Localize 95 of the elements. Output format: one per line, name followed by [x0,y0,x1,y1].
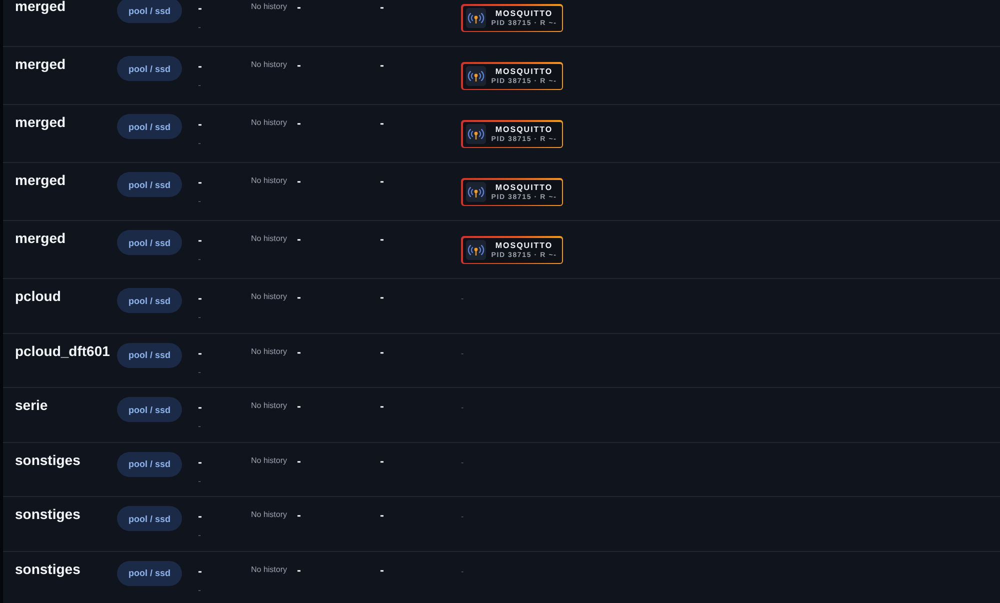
row-name: merged [15,172,67,188]
history-text: No history [251,60,288,70]
row-name: merged [15,230,67,246]
row-name: pcloud [15,288,62,304]
value-text: - [198,291,202,305]
pool-tag: pool / ssd [117,114,182,139]
value-text: - [297,58,301,72]
pool-tag: pool / ssd [117,288,182,313]
value-text: - [198,564,202,578]
process-name: MOSQUITTO [495,240,553,250]
value-text: - [297,116,301,130]
value-text: - [198,346,202,360]
row-name: merged [15,56,67,72]
row-name: serie [15,397,49,413]
value-text: - [297,454,301,468]
sub-value-text: - [198,366,201,376]
table-row[interactable]: sonstiges pool / ssd - - No history - - - [3,442,1000,497]
value-text: - [380,290,384,304]
value-text: - [198,233,202,247]
antenna-icon [466,124,486,144]
pool-tag: pool / ssd [117,452,182,476]
value-text: - [297,399,301,413]
history-text: No history [251,346,288,356]
pool-tag: pool / ssd [117,172,182,197]
empty-value: - [461,512,464,521]
pool-tag: pool / ssd [117,506,182,531]
history-text: No history [251,292,288,302]
value-text: - [198,454,202,468]
value-text: - [380,562,384,576]
value-text: - [198,509,202,523]
history-text: No history [251,564,288,574]
pool-tag: pool / ssd [117,56,182,81]
row-name: sonstiges [15,560,82,576]
antenna-icon [466,8,486,28]
process-name: MOSQUITTO [495,8,553,18]
value-text: - [380,344,384,358]
sub-value-text: - [198,196,201,206]
history-text: No history [251,510,288,520]
row-name: sonstiges [15,452,82,468]
sub-value-text: - [198,22,201,32]
history-text: No history [251,2,288,12]
value-text: - [297,232,301,246]
pool-tag: pool / ssd [117,0,182,23]
value-text: - [198,1,202,15]
value-text: - [297,0,301,14]
value-text: - [297,562,301,576]
row-name: pcloud_dft601 [15,342,111,358]
history-text: No history [251,234,288,244]
sub-value-text: - [198,421,201,431]
sub-value-text: - [198,312,201,322]
process-name: MOSQUITTO [495,124,553,134]
pool-tag: pool / ssd [117,397,182,422]
sub-value-text: - [198,530,201,540]
empty-value: - [461,403,464,412]
antenna-icon [466,182,486,202]
value-text: - [380,116,384,130]
sub-value-text: - [198,80,201,90]
history-text: No history [251,401,288,411]
value-text: - [297,290,301,304]
history-text: No history [251,118,288,128]
value-text: - [380,58,384,72]
row-name: merged [15,0,67,14]
value-text: - [380,174,384,188]
value-text: - [380,454,384,468]
value-text: - [380,399,384,413]
value-text: - [198,59,202,73]
history-text: No history [251,456,288,466]
value-text: - [297,344,301,358]
value-text: - [297,174,301,188]
process-name: MOSQUITTO [495,182,553,192]
value-text: - [380,0,384,14]
empty-value: - [461,348,464,358]
pool-tag: pool / ssd [117,560,182,586]
sub-value-text: - [198,254,201,264]
value-text: - [198,117,202,131]
sub-value-text: - [198,476,201,486]
table-row[interactable]: pcloud_dft601 pool / ssd - - No history - - - [3,334,1000,388]
value-text: - [198,400,202,414]
row-name: sonstiges [15,506,82,522]
sub-value-text: - [198,584,201,594]
pool-tag: pool / ssd [117,230,182,255]
row-name: merged [15,114,67,130]
empty-value: - [461,566,464,576]
value-text: - [198,175,202,189]
value-text: - [297,508,301,522]
empty-value: - [461,294,464,303]
value-text: - [380,232,384,246]
pool-tag: pool / ssd [117,342,182,368]
history-text: No history [251,176,288,186]
antenna-icon [466,66,486,86]
value-text: - [380,508,384,522]
process-name: MOSQUITTO [495,66,553,76]
antenna-icon [466,240,486,260]
sub-value-text: - [198,138,201,148]
empty-value: - [461,458,464,466]
